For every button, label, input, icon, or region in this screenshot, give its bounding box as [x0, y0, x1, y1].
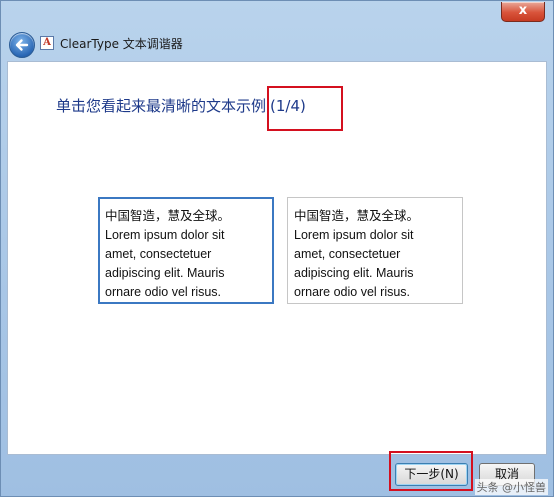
watermark: 头条 @小怪兽	[474, 479, 548, 495]
sample-line: Lorem ipsum dolor sit	[294, 228, 414, 242]
title-bar: x	[1, 1, 553, 29]
sample-line: amet, consectetuer	[105, 247, 212, 261]
sample-line: adipiscing elit. Mauris	[105, 266, 225, 280]
text-sample-1[interactable]: 中国智造，慧及全球。 Lorem ipsum dolor sit amet, c…	[98, 197, 274, 304]
back-button[interactable]	[9, 32, 35, 58]
cleartype-app-icon: A	[40, 36, 54, 50]
sample-line: 中国智造，慧及全球。	[105, 209, 231, 223]
sample-line: 中国智造，慧及全球。	[294, 209, 420, 223]
sample-line: amet, consectetuer	[294, 247, 401, 261]
text-sample-2[interactable]: 中国智造，慧及全球。 Lorem ipsum dolor sit amet, c…	[287, 197, 463, 304]
back-arrow-icon	[15, 39, 29, 51]
next-button-highlight	[389, 451, 473, 491]
window-title: ClearType 文本调谐器	[60, 37, 183, 51]
sample-line: ornare odio vel risus.	[294, 285, 411, 299]
sample-line: adipiscing elit. Mauris	[294, 266, 414, 280]
heading-text: 单击您看起来最清晰的文本示例	[56, 97, 267, 115]
wizard-content: 单击您看起来最清晰的文本示例 (1/4) 中国智造，慧及全球。 Lorem ips…	[7, 61, 547, 455]
cleartype-tuner-window: x A ClearType 文本调谐器 单击您看起来最清晰的文本示例 (1/4) …	[0, 0, 554, 497]
navigation-bar: A ClearType 文本调谐器	[1, 29, 553, 61]
close-button[interactable]: x	[501, 2, 545, 22]
wizard-footer: 下一步(N) 取消	[1, 451, 553, 497]
sample-line: ornare odio vel risus.	[105, 285, 222, 299]
step-counter-highlight	[267, 86, 343, 131]
sample-line: Lorem ipsum dolor sit	[105, 228, 225, 242]
